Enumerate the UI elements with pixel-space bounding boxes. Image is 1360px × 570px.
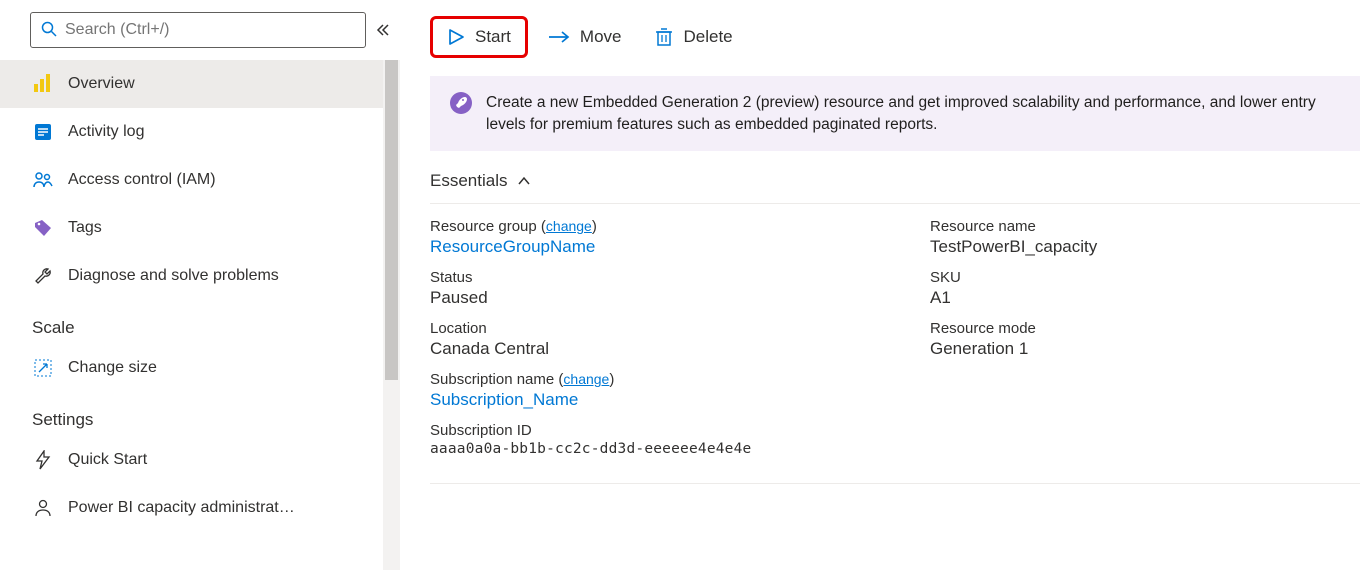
section-heading-settings: Settings [0, 392, 384, 436]
lightning-icon [32, 450, 54, 470]
sidebar-item-access-control[interactable]: Access control (IAM) [0, 156, 384, 204]
resource-mode-label: Resource mode [930, 320, 1360, 337]
essentials-heading: Essentials [430, 171, 507, 191]
banner-text: Create a new Embedded Generation 2 (prev… [486, 92, 1340, 135]
sku-label: SKU [930, 269, 1360, 286]
sidebar-item-label: Tags [68, 219, 102, 237]
sidebar-item-label: Activity log [68, 123, 144, 141]
move-button[interactable]: Move [534, 19, 636, 55]
sidebar-item-label: Access control (IAM) [68, 171, 216, 189]
rocket-icon [450, 92, 472, 114]
essentials-toggle[interactable]: Essentials [430, 171, 1360, 191]
arrow-right-icon [548, 29, 570, 45]
resource-group-value[interactable]: ResourceGroupName [430, 237, 930, 257]
essentials-panel: Resource group (change) ResourceGroupNam… [430, 203, 1360, 463]
delete-label: Delete [683, 27, 732, 47]
people-icon [32, 171, 54, 189]
log-icon [32, 123, 54, 141]
subscription-id-value: aaaa0a0a-bb1b-cc2c-dd3d-eeeeee4e4e4e [430, 441, 930, 457]
resource-group-label: Resource group (change) [430, 218, 930, 235]
scrollbar-thumb[interactable] [385, 60, 398, 380]
scrollbar[interactable] [383, 60, 400, 570]
sidebar-menu: Overview Activity log [0, 60, 400, 570]
sidebar-item-label: Change size [68, 359, 157, 377]
resize-icon [32, 359, 54, 377]
search-input[interactable] [65, 21, 355, 39]
search-row [0, 0, 400, 60]
chevron-up-icon [517, 171, 531, 191]
sidebar-item-diagnose[interactable]: Diagnose and solve problems [0, 252, 384, 300]
sidebar-item-label: Quick Start [68, 451, 147, 469]
sidebar-item-overview[interactable]: Overview [0, 60, 384, 108]
powerbi-icon [32, 74, 54, 94]
info-banner: Create a new Embedded Generation 2 (prev… [430, 76, 1360, 151]
resource-name-label: Resource name [930, 218, 1360, 235]
sku-value: A1 [930, 288, 1360, 308]
search-box[interactable] [30, 12, 366, 48]
move-label: Move [580, 27, 622, 47]
resource-mode-value: Generation 1 [930, 339, 1360, 359]
toolbar: Start Move Delete [400, 0, 1360, 76]
resource-name-value: TestPowerBI_capacity [930, 237, 1360, 257]
start-label: Start [475, 27, 511, 47]
location-label: Location [430, 320, 930, 337]
main-content: Start Move Delete [400, 0, 1360, 570]
person-icon [32, 499, 54, 517]
search-icon [41, 21, 57, 40]
play-icon [447, 28, 465, 46]
sidebar: Overview Activity log [0, 0, 400, 570]
collapse-sidebar-button[interactable] [366, 22, 400, 38]
sidebar-item-capacity-admin[interactable]: Power BI capacity administrat… [0, 484, 384, 532]
sidebar-item-label: Diagnose and solve problems [68, 267, 279, 285]
sidebar-item-activity-log[interactable]: Activity log [0, 108, 384, 156]
sidebar-item-tags[interactable]: Tags [0, 204, 384, 252]
subscription-name-value[interactable]: Subscription_Name [430, 390, 930, 410]
subscription-id-label: Subscription ID [430, 422, 930, 439]
sidebar-item-quick-start[interactable]: Quick Start [0, 436, 384, 484]
location-value: Canada Central [430, 339, 930, 359]
delete-button[interactable]: Delete [641, 19, 746, 55]
status-value: Paused [430, 288, 930, 308]
change-subscription-link[interactable]: change [563, 371, 609, 387]
tag-icon [32, 219, 54, 237]
start-button[interactable]: Start [430, 16, 528, 58]
section-heading-scale: Scale [0, 300, 384, 344]
subscription-name-label: Subscription name (change) [430, 371, 930, 388]
trash-icon [655, 27, 673, 47]
change-resource-group-link[interactable]: change [546, 218, 592, 234]
status-label: Status [430, 269, 930, 286]
chevron-double-left-icon [375, 22, 391, 38]
wrench-icon [32, 267, 54, 285]
sidebar-item-label: Power BI capacity administrat… [68, 499, 295, 517]
sidebar-item-label: Overview [68, 75, 135, 93]
sidebar-item-change-size[interactable]: Change size [0, 344, 384, 392]
divider [430, 483, 1360, 484]
